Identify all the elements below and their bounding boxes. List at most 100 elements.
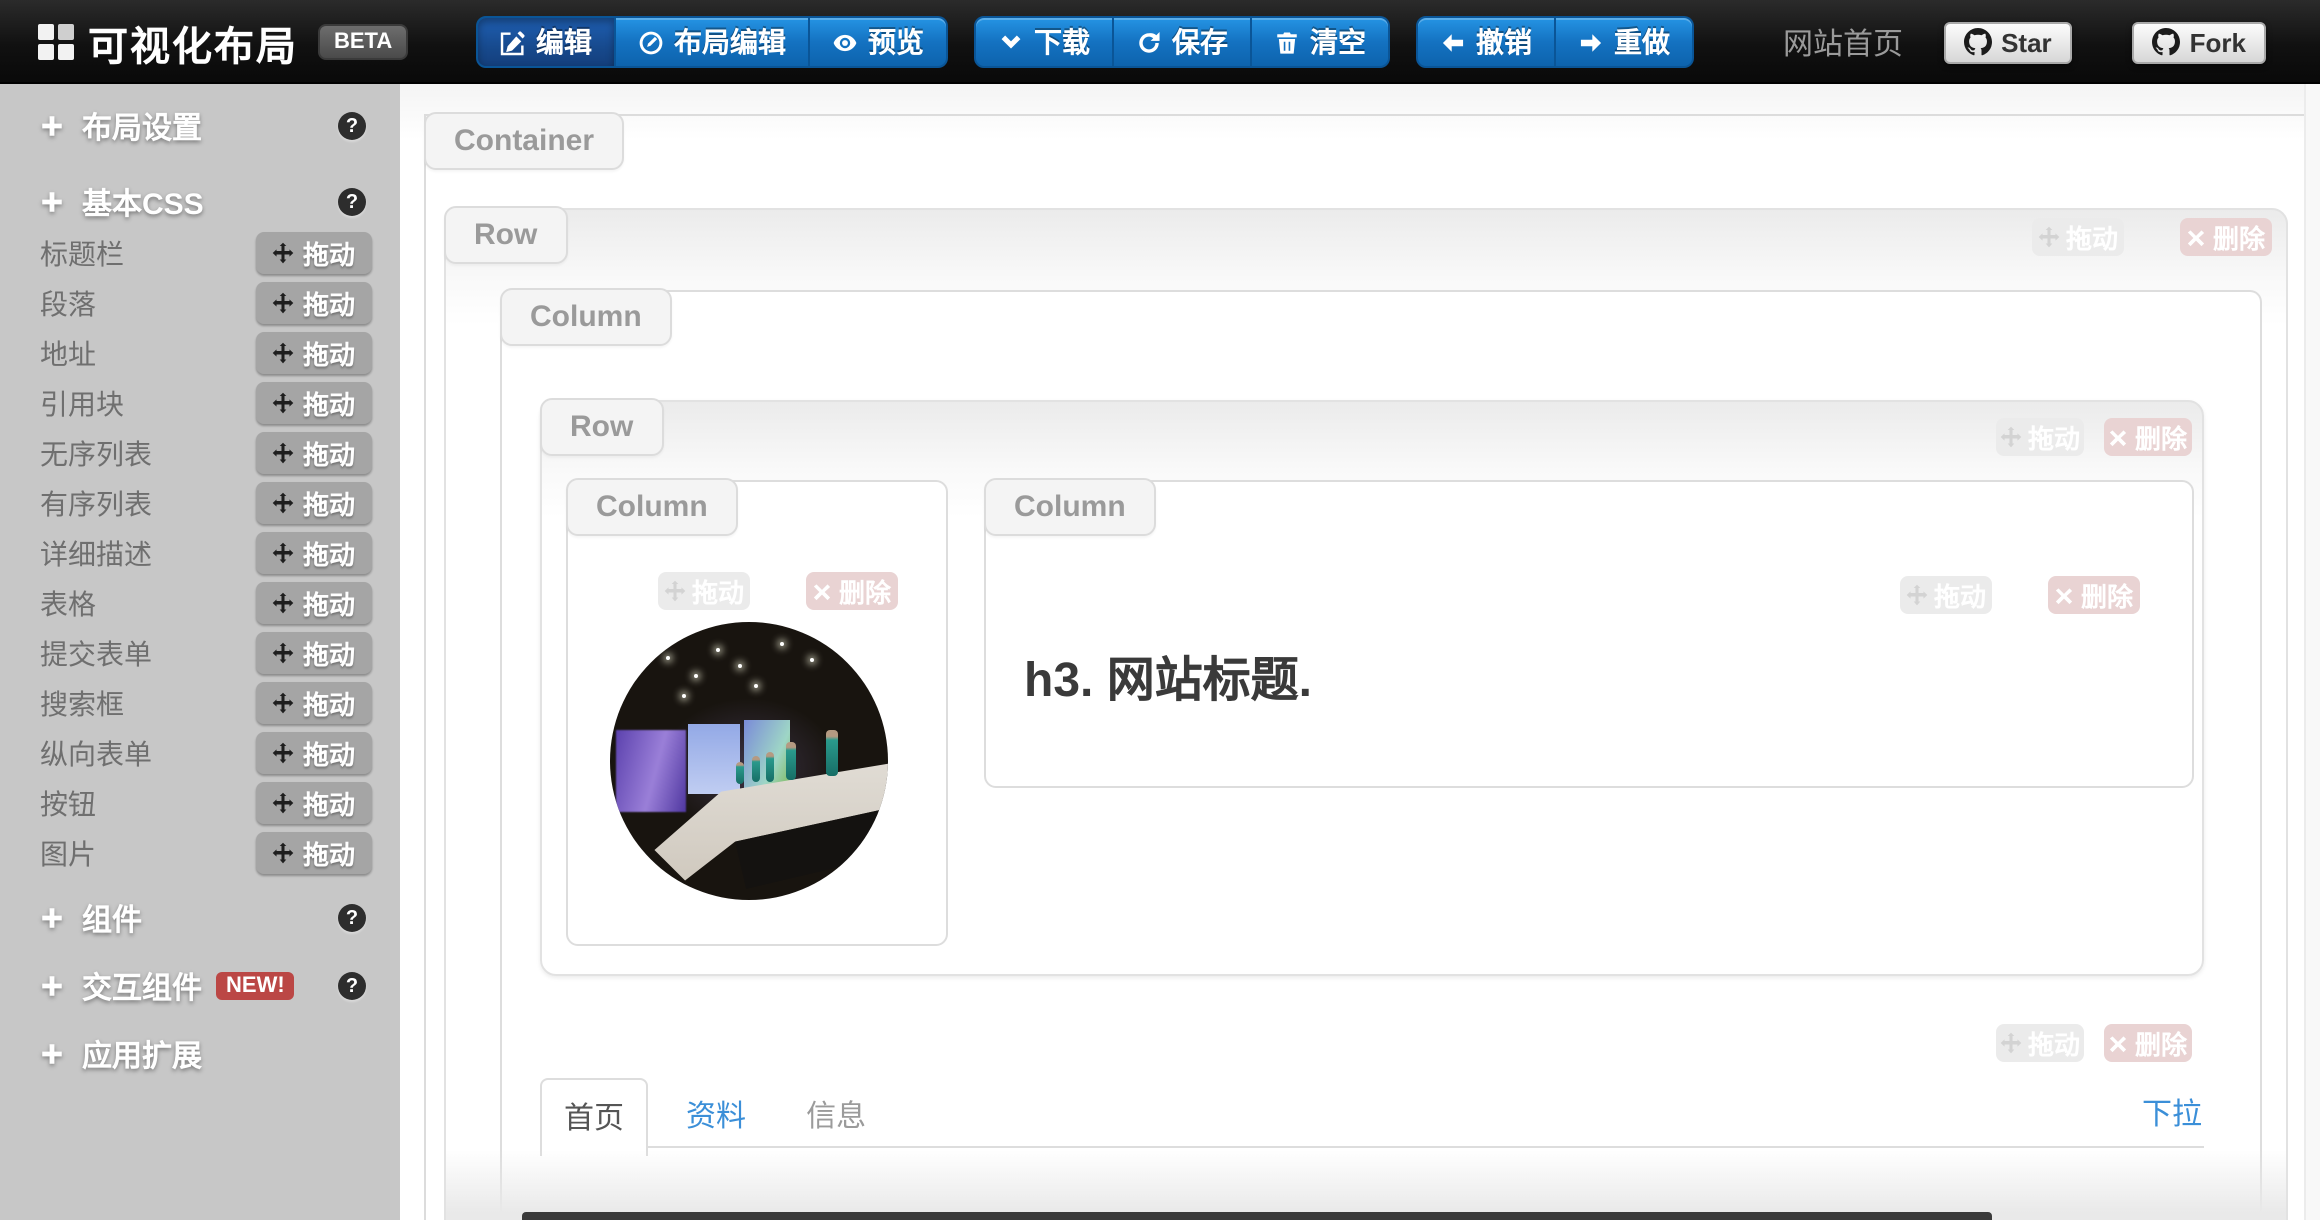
tab-info[interactable]: 信息 — [784, 1078, 888, 1156]
download-button[interactable]: 下载 — [974, 16, 1114, 68]
column-handle[interactable]: Column — [500, 288, 672, 346]
edit-icon — [500, 29, 526, 55]
clear-button[interactable]: 清空 — [1252, 16, 1390, 68]
tabs-drag-button[interactable]: 拖动 — [1996, 1024, 2084, 1062]
row-handle[interactable]: Row — [540, 398, 663, 456]
github-icon — [2152, 28, 2180, 56]
save-button[interactable]: 保存 — [1114, 16, 1252, 68]
row-handle[interactable]: Row — [444, 206, 567, 264]
vertical-scrollbar[interactable] — [2304, 84, 2320, 1220]
sidebar-component-item: 搜索框 拖动 — [0, 678, 400, 728]
row-drag-button[interactable]: 拖动 — [2032, 218, 2124, 256]
sidebar-component-item: 段落 拖动 — [0, 278, 400, 328]
layout-canvas: Container Row 拖动 删除 Column Row 拖动 删除 Col… — [400, 84, 2320, 1220]
tab-profile[interactable]: 资料 — [664, 1078, 768, 1156]
column-handle[interactable]: Column — [566, 478, 738, 536]
close-icon — [813, 581, 833, 601]
tabs-delete-button[interactable]: 删除 — [2104, 1024, 2192, 1062]
row-delete-button[interactable]: 删除 — [2180, 218, 2272, 256]
layout-edit-button[interactable]: 布局编辑 — [616, 16, 810, 68]
container-handle[interactable]: Container — [424, 112, 624, 170]
move-icon — [273, 542, 295, 564]
site-home-link[interactable]: 网站首页 — [1783, 21, 1903, 63]
drag-button[interactable]: 拖动 — [256, 282, 372, 324]
github-star-button[interactable]: Star — [1943, 21, 2072, 63]
component-label: 表格 — [0, 583, 96, 623]
sidebar-component-item: 按钮 拖动 — [0, 778, 400, 828]
row-drag-button[interactable]: 拖动 — [1996, 418, 2084, 456]
topbar-right: 网站首页 Star Fork — [1783, 0, 2266, 84]
drag-button[interactable]: 拖动 — [256, 532, 372, 574]
preview-button[interactable]: 预览 — [810, 16, 948, 68]
component-label: 标题栏 — [0, 233, 124, 273]
drag-button[interactable]: 拖动 — [256, 232, 372, 274]
drag-button[interactable]: 拖动 — [256, 632, 372, 674]
help-icon[interactable]: ? — [338, 904, 366, 932]
component-sidebar: 布局设置 ? 基本CSS ? 标题栏 拖动 段落 — [0, 84, 400, 1220]
sidebar-component-item: 图片 拖动 — [0, 828, 400, 878]
navbar-peek — [522, 1212, 1992, 1220]
component-label: 图片 — [0, 833, 96, 873]
sidebar-component-item: 详细描述 拖动 — [0, 528, 400, 578]
tab-dropdown-toggle[interactable]: 下拉 — [2142, 1092, 2202, 1134]
sidebar-component-item: 有序列表 拖动 — [0, 478, 400, 528]
eye-icon — [832, 29, 858, 55]
drag-button[interactable]: 拖动 — [256, 382, 372, 424]
image-drag-button[interactable]: 拖动 — [658, 572, 750, 610]
sidebar-section-layout-settings[interactable]: 布局设置 ? — [0, 100, 400, 152]
drag-button[interactable]: 拖动 — [256, 732, 372, 774]
move-icon — [273, 492, 295, 514]
plus-icon — [40, 974, 64, 998]
move-icon — [273, 292, 295, 314]
sidebar-component-item: 引用块 拖动 — [0, 378, 400, 428]
close-icon — [2187, 227, 2207, 247]
component-label: 详细描述 — [0, 533, 152, 573]
topbar: 可视化布局 BETA 编辑 布局编辑 预览 下载 保存 清空 撤销 重做 网站首… — [0, 0, 2320, 84]
heading-drag-button[interactable]: 拖动 — [1900, 576, 1992, 614]
drag-button[interactable]: 拖动 — [256, 582, 372, 624]
move-icon — [273, 842, 295, 864]
component-label: 搜索框 — [0, 683, 124, 723]
site-heading: h3. 网站标题. — [1024, 640, 1312, 710]
drag-button[interactable]: 拖动 — [256, 832, 372, 874]
image-delete-button[interactable]: 删除 — [806, 572, 898, 610]
github-fork-button[interactable]: Fork — [2132, 21, 2266, 63]
sidebar-section-components[interactable]: 组件 ? — [0, 892, 400, 944]
sidebar-section-basic-css[interactable]: 基本CSS ? — [0, 176, 400, 228]
help-icon[interactable]: ? — [338, 972, 366, 1000]
drag-button[interactable]: 拖动 — [256, 782, 372, 824]
plus-icon — [40, 906, 64, 930]
sidebar-component-item: 无序列表 拖动 — [0, 428, 400, 478]
help-icon[interactable]: ? — [338, 188, 366, 216]
sidebar-component-item: 纵向表单 拖动 — [0, 728, 400, 778]
help-icon[interactable]: ? — [338, 112, 366, 140]
undo-button[interactable]: 撤销 — [1416, 16, 1556, 68]
app-title: 可视化布局 — [88, 13, 298, 71]
edit-button[interactable]: 编辑 — [476, 16, 616, 68]
row-delete-button[interactable]: 删除 — [2104, 418, 2192, 456]
github-icon — [1963, 28, 1991, 56]
drag-button[interactable]: 拖动 — [256, 432, 372, 474]
plus-icon — [40, 1042, 64, 1066]
sidebar-section-extensions[interactable]: 应用扩展 — [0, 1028, 400, 1080]
move-icon — [273, 342, 295, 364]
redo-button[interactable]: 重做 — [1556, 16, 1694, 68]
sidebar-section-interactive[interactable]: 交互组件 NEW! ? — [0, 960, 400, 1012]
arrow-right-icon — [1578, 29, 1604, 55]
plus-icon — [40, 114, 64, 138]
fashion-show-photo — [610, 622, 888, 900]
plus-icon — [40, 190, 64, 214]
drag-button[interactable]: 拖动 — [256, 332, 372, 374]
column-handle[interactable]: Column — [984, 478, 1156, 536]
move-icon — [273, 442, 295, 464]
move-icon — [2000, 426, 2022, 448]
drag-button[interactable]: 拖动 — [256, 682, 372, 724]
arrow-left-icon — [1440, 29, 1466, 55]
drag-button[interactable]: 拖动 — [256, 482, 372, 524]
move-icon — [273, 392, 295, 414]
sidebar-component-item: 表格 拖动 — [0, 578, 400, 628]
move-icon — [273, 592, 295, 614]
tab-home[interactable]: 首页 — [540, 1078, 648, 1156]
move-icon — [2038, 226, 2060, 248]
heading-delete-button[interactable]: 删除 — [2048, 576, 2140, 614]
